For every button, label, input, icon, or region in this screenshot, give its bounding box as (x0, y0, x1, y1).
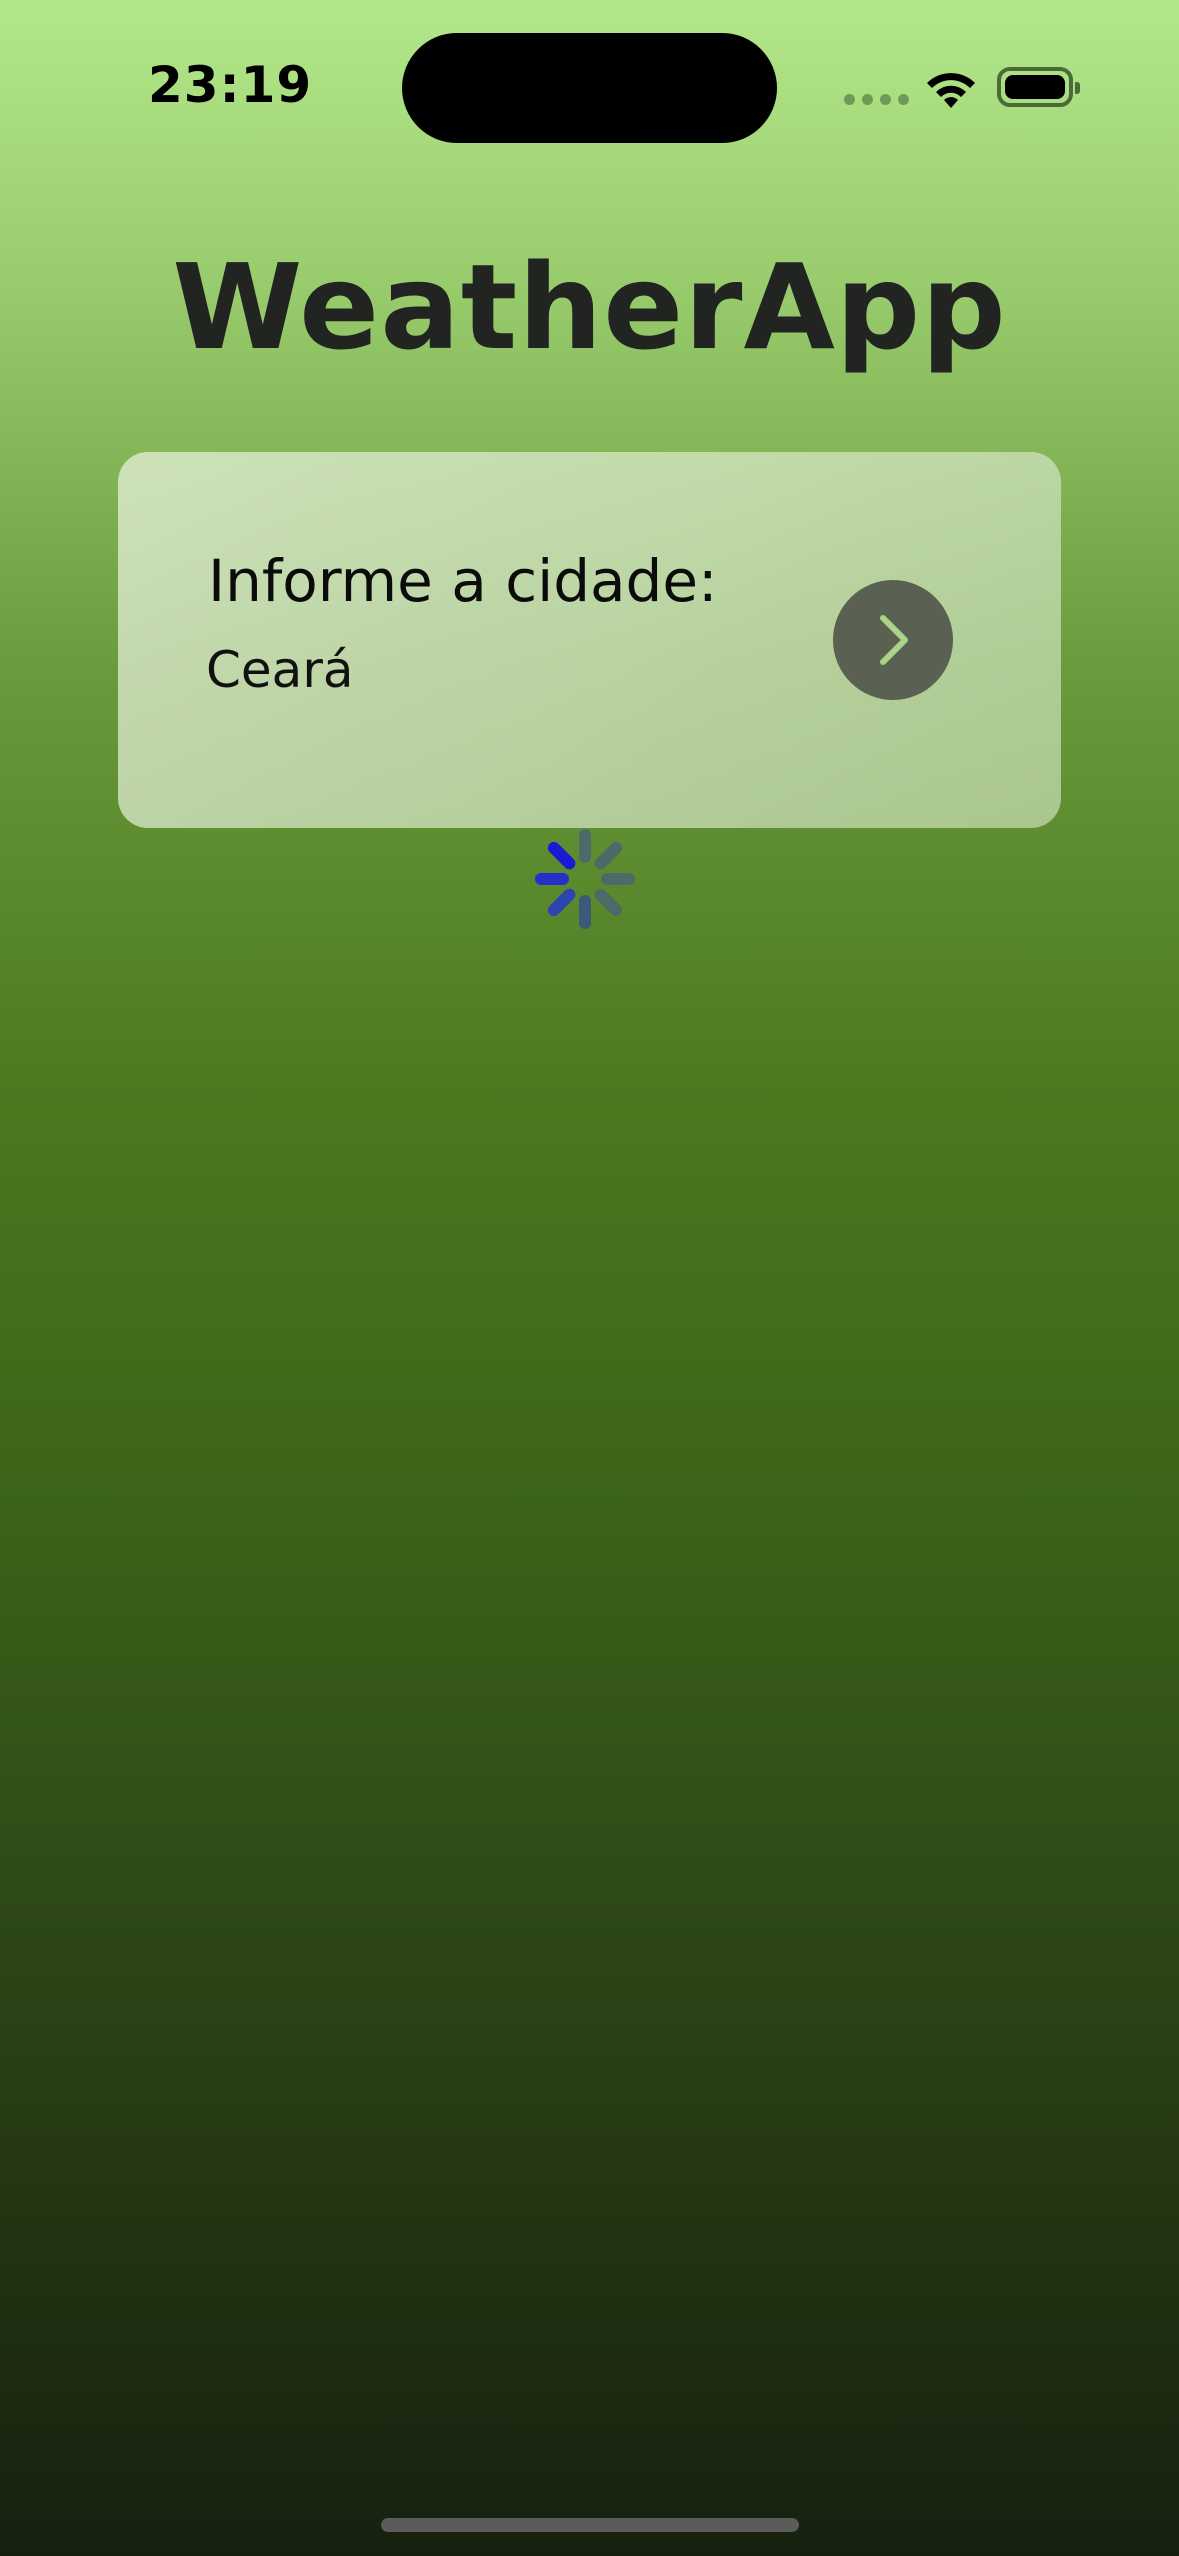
dynamic-island (402, 33, 777, 143)
search-card: Informe a cidade: (118, 452, 1061, 828)
battery-icon (997, 67, 1080, 107)
activity-spinner-icon (535, 829, 635, 929)
status-bar: 23:19 (0, 0, 1179, 170)
city-prompt-label: Informe a cidade: (208, 547, 718, 615)
search-submit-button[interactable] (833, 580, 953, 700)
wifi-icon (927, 73, 975, 108)
city-input[interactable] (206, 635, 766, 705)
chevron-right-icon (880, 615, 908, 665)
app-title: WeatherApp (172, 238, 1007, 376)
status-time: 23:19 (148, 56, 313, 114)
home-indicator[interactable] (381, 2518, 799, 2532)
cellular-signal-icon (844, 94, 909, 105)
